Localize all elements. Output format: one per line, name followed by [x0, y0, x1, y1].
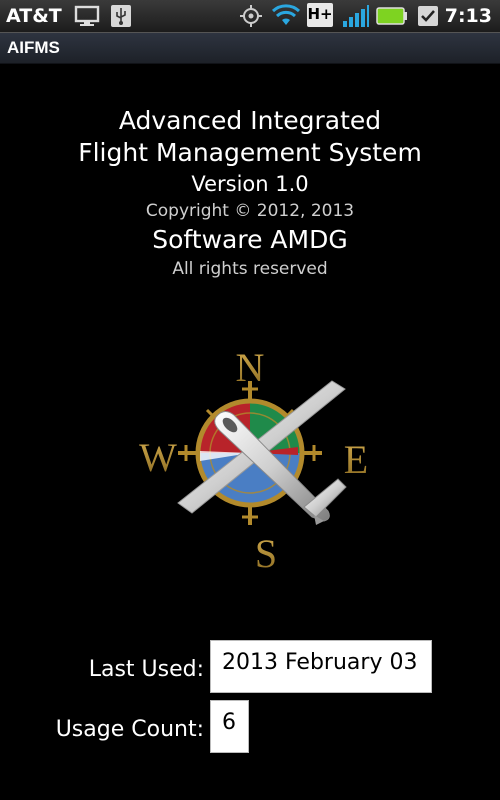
- compass-west: W: [139, 435, 177, 480]
- compass-south: S: [255, 531, 277, 575]
- app-name-line-2: Flight Management System: [78, 138, 422, 167]
- wifi-icon: [271, 4, 301, 32]
- about-section: Advanced Integrated Flight Management Sy…: [0, 105, 500, 281]
- version-text: Version 1.0: [191, 172, 309, 196]
- last-used-label: Last Used:: [88, 657, 204, 682]
- clock: 7:13: [444, 5, 492, 27]
- carrier-label: AT&T: [6, 5, 62, 27]
- compass-airplane-logo: N S W E: [120, 345, 380, 576]
- compass-north: N: [236, 345, 265, 390]
- usage-count-field[interactable]: 6: [210, 700, 249, 753]
- battery-icon: [376, 7, 408, 29]
- rights-text: All rights reserved: [172, 259, 328, 279]
- app-name-line-1: Advanced Integrated: [118, 106, 382, 135]
- compass-east: E: [344, 437, 368, 482]
- usage-count-label: Usage Count:: [55, 717, 204, 742]
- last-used-field[interactable]: 2013 February 03: [210, 640, 432, 693]
- copyright-text: Copyright © 2012, 2013: [145, 201, 355, 221]
- monitor-icon: [74, 4, 100, 32]
- status-bar: AT&T H+ 7:13: [0, 0, 500, 33]
- signal-icon: [342, 4, 370, 32]
- title-bar: AIFMS: [0, 33, 500, 64]
- checkbox-icon: [416, 4, 440, 32]
- network-hplus-icon: H+: [307, 3, 333, 27]
- app-title: AIFMS: [7, 38, 60, 57]
- company-name: Software AMDG: [152, 225, 348, 254]
- usb-icon: [110, 4, 132, 32]
- gps-icon: [238, 4, 264, 32]
